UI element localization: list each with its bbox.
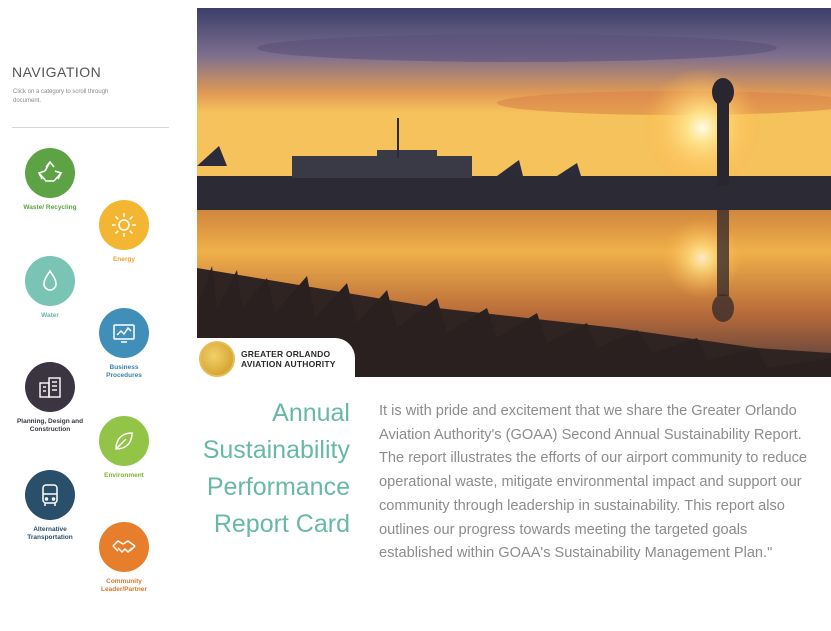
category-alternative-transportation[interactable]: Alternative Transportation	[18, 470, 82, 542]
category-energy[interactable]: Energy	[92, 200, 156, 264]
buildings-icon	[25, 362, 75, 412]
report-title-line: Sustainability	[202, 436, 350, 464]
category-label: Water	[41, 312, 59, 319]
logo-text: GREATER ORLANDO AVIATION AUTHORITY	[241, 349, 336, 369]
navigation-subtitle: Click on a category to scroll through do…	[13, 89, 109, 104]
category-label: Planning, Design and Construction	[16, 418, 84, 433]
category-business-procedures[interactable]: Business Procedures	[92, 308, 156, 380]
report-title-line: Report Card	[213, 510, 350, 538]
logo-line-1: GREATER ORLANDO	[241, 349, 331, 359]
navigation-title: NAVIGATION	[12, 64, 102, 80]
category-label: Community Leader/Partner	[101, 578, 147, 593]
airport-sunset-photo	[197, 8, 831, 377]
category-label: Alternative Transportation	[27, 526, 73, 541]
report-title-line: Performance	[206, 473, 350, 501]
water-drop-icon	[25, 256, 75, 306]
sun-icon	[99, 200, 149, 250]
intro-paragraph: It is with pride and excitement that we …	[379, 403, 808, 562]
report-title-line: Annual	[272, 399, 350, 427]
category-waste-recycling[interactable]: Waste/ Recycling	[18, 148, 82, 212]
bus-icon	[25, 470, 75, 520]
category-planning-design-construction[interactable]: Planning, Design and Construction	[14, 362, 86, 434]
report-title: Annual Sustainability Performance Report…	[180, 395, 350, 543]
category-label: Environment	[104, 472, 144, 479]
category-water[interactable]: Water	[18, 256, 82, 320]
leaf-icon	[99, 416, 149, 466]
logo-line-2: AVIATION AUTHORITY	[241, 359, 336, 369]
category-community-leader-partner[interactable]: Community Leader/Partner	[92, 522, 156, 594]
goaa-logo: GREATER ORLANDO AVIATION AUTHORITY	[193, 338, 355, 380]
category-label: Energy	[112, 256, 136, 263]
handshake-icon	[99, 522, 149, 572]
category-label: Business Procedures	[106, 364, 142, 379]
navigation-divider	[12, 127, 169, 128]
monitor-chart-icon	[99, 308, 149, 358]
goaa-seal-icon	[199, 341, 235, 377]
recycle-icon	[25, 148, 75, 198]
category-environment[interactable]: Environment	[92, 416, 156, 480]
category-label: Waste/ Recycling	[23, 204, 77, 211]
